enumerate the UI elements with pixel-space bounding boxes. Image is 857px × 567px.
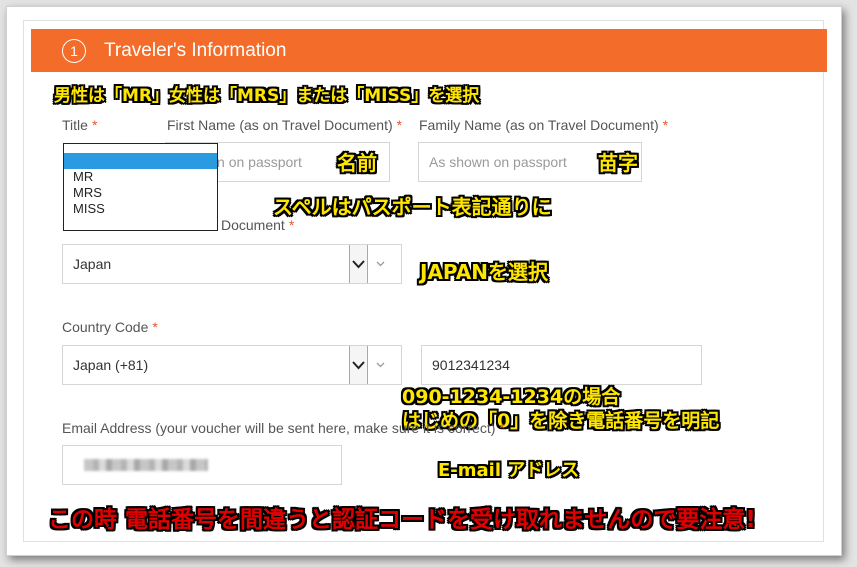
step-number-badge: 1 [62,38,86,63]
annotation-spelling: スペルはパスポート表記通りに [273,195,552,219]
annotation-first-name: 名前 [337,151,377,175]
chevron-down-icon[interactable] [349,346,368,384]
chevron-down-icon[interactable] [349,245,368,283]
first-name-label: First Name (as on Travel Document) * [167,117,403,133]
family-name-placeholder: As shown on passport [429,154,567,170]
title-option-mrs[interactable]: MRS [64,185,217,201]
document-country-value: Japan [73,256,112,272]
chevron-down-icon [369,346,391,384]
annotation-family-name: 苗字 [598,151,638,175]
phone-number-input[interactable]: 9012341234 [421,345,702,385]
section-header: 1 Traveler's Information [31,29,827,72]
blurred-email-value [84,459,208,471]
title-label: Title * [62,117,98,133]
family-name-label: Family Name (as on Travel Document) * [419,117,669,133]
title-dropdown-list[interactable]: MR MRS MISS [63,143,218,231]
country-code-label: Country Code * [62,319,158,335]
annotation-japan: JAPANを選択 [420,260,548,284]
document-label: Document * [221,217,295,233]
annotation-email: E-mail アドレス [438,460,580,481]
country-code-select[interactable]: Japan (+81) [62,345,402,385]
annotation-phone-example: 090-1234-1234の場合 [402,386,621,408]
section-title: Traveler's Information [104,39,287,61]
email-label: Email Address (your voucher will be sent… [62,420,505,436]
document-country-select[interactable]: Japan [62,244,402,284]
title-option-miss[interactable]: MISS [64,201,217,217]
title-option-mr[interactable]: MR [64,169,217,185]
country-code-value: Japan (+81) [73,357,149,373]
chevron-down-icon [369,245,391,283]
title-option-blank[interactable] [64,153,217,169]
annotation-title-note: 男性は「MR」女性は「MRS」または「MISS」を選択 [54,86,480,106]
phone-number-value: 9012341234 [432,357,510,373]
annotation-warning: この時 電話番号を間違うと認証コードを受け取れませんので要注意! [48,507,756,533]
